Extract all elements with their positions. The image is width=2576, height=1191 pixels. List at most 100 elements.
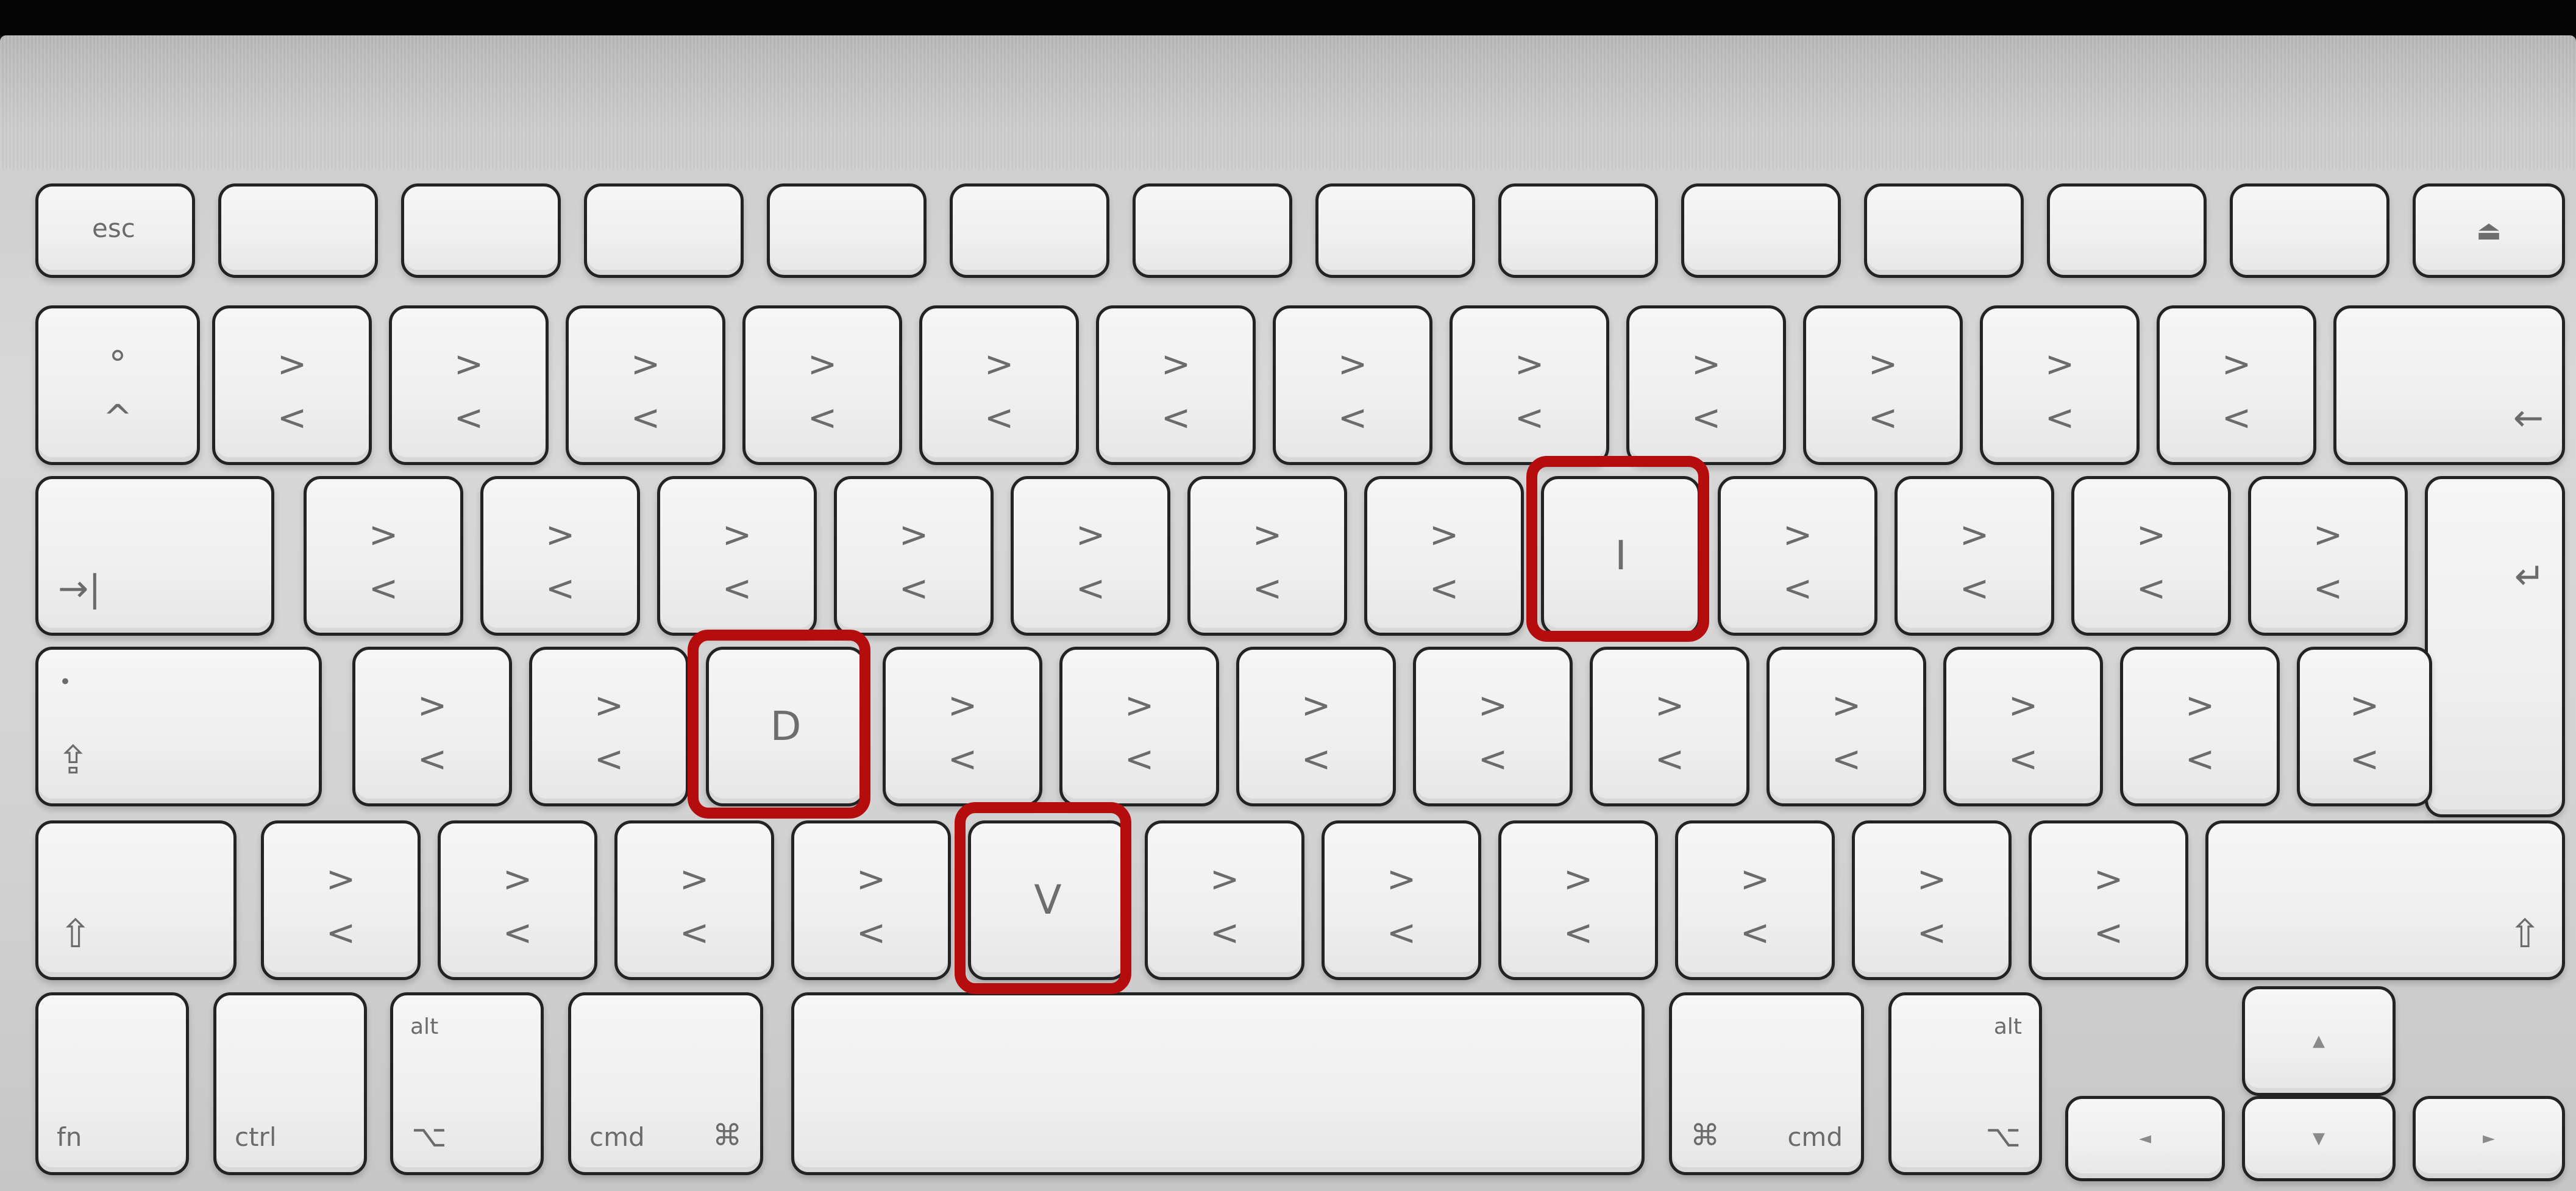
letter-key[interactable]: > <	[1364, 476, 1524, 636]
f11-key[interactable]	[2047, 183, 2207, 278]
letter-d-key[interactable]: D	[706, 647, 866, 806]
letter-key[interactable]: > <	[657, 476, 817, 636]
letter-key[interactable]: > <	[480, 476, 640, 636]
f9-key[interactable]	[1681, 183, 1841, 278]
backspace-key[interactable]: ←	[2333, 305, 2565, 465]
key-upper-symbol: >	[2008, 684, 2038, 726]
key-lower-symbol: <	[630, 397, 661, 438]
right-cmd-key[interactable]: ⌘ cmd	[1669, 992, 1864, 1175]
letter-key[interactable]: > <	[261, 820, 421, 980]
key-upper-symbol: >	[1075, 514, 1106, 555]
letter-i-key[interactable]: I	[1541, 476, 1701, 636]
letter-key[interactable]: > <	[1675, 820, 1835, 980]
letter-key[interactable]: > <	[2297, 647, 2432, 806]
letter-key[interactable]: > <	[1322, 820, 1481, 980]
backspace-icon: ←	[2513, 397, 2544, 439]
key-lower-symbol: <	[368, 567, 399, 609]
letter-key[interactable]: > <	[438, 820, 597, 980]
arrow-right-icon: ►	[2483, 1129, 2495, 1148]
letter-key[interactable]: > <	[304, 476, 463, 636]
enter-key[interactable]: ↵	[2425, 476, 2565, 817]
number-key[interactable]: > <	[1626, 305, 1786, 465]
number-key[interactable]: > <	[1450, 305, 1609, 465]
key-upper-symbol: >	[454, 343, 484, 385]
left-shift-key[interactable]: ⇧	[35, 820, 237, 980]
number-key[interactable]: > <	[1980, 305, 2140, 465]
number-key[interactable]: > <	[212, 305, 372, 465]
letter-key[interactable]: > <	[1413, 647, 1573, 806]
letter-key[interactable]: > <	[1187, 476, 1347, 636]
letter-key[interactable]: > <	[2071, 476, 2231, 636]
degree-key[interactable]: ° ^	[35, 305, 200, 465]
number-key[interactable]: > <	[1096, 305, 1256, 465]
key-upper-symbol: >	[856, 858, 886, 900]
key-upper-symbol: >	[1740, 858, 1770, 900]
key-upper-symbol: >	[1337, 343, 1368, 385]
letter-key[interactable]: > <	[791, 820, 951, 980]
key-lower-symbol: <	[1563, 912, 1593, 953]
letter-key[interactable]: > <	[2248, 476, 2408, 636]
f3-key[interactable]	[584, 183, 744, 278]
letter-key[interactable]: > <	[1852, 820, 2012, 980]
number-key[interactable]: > <	[566, 305, 725, 465]
f12-key[interactable]	[2230, 183, 2389, 278]
letter-key[interactable]: > <	[1145, 820, 1304, 980]
letter-key[interactable]: > <	[1011, 476, 1170, 636]
arrow-up-key[interactable]: ▲	[2242, 986, 2396, 1096]
key-lower-symbol: <	[2349, 738, 2380, 780]
key-upper-symbol: >	[1782, 514, 1813, 555]
key-lower-symbol: <	[807, 397, 838, 438]
key-lower-symbol: <	[1209, 912, 1240, 953]
number-key[interactable]: > <	[1803, 305, 1963, 465]
letter-key[interactable]: > <	[529, 647, 689, 806]
letter-v-key[interactable]: V	[968, 820, 1128, 980]
fn-key[interactable]: fn	[35, 992, 189, 1175]
number-key[interactable]: > <	[742, 305, 902, 465]
eject-key[interactable]: ⏏	[2413, 183, 2565, 278]
f1-key[interactable]	[218, 183, 378, 278]
key-lower-symbol: <	[502, 912, 533, 953]
letter-key[interactable]: > <	[614, 820, 774, 980]
left-option-key[interactable]: alt ⌥	[390, 992, 544, 1175]
key-upper-symbol: >	[807, 343, 838, 385]
f7-key[interactable]	[1315, 183, 1475, 278]
number-key[interactable]: > <	[919, 305, 1079, 465]
letter-key[interactable]: > <	[1590, 647, 1749, 806]
right-option-key[interactable]: alt ⌥	[1888, 992, 2042, 1175]
letter-key[interactable]: > <	[2029, 820, 2188, 980]
arrow-left-key[interactable]: ◄	[2065, 1096, 2225, 1181]
f6-key[interactable]	[1133, 183, 1292, 278]
letter-key[interactable]: > <	[1236, 647, 1396, 806]
f5-key[interactable]	[950, 183, 1109, 278]
number-key[interactable]: > <	[1273, 305, 1432, 465]
esc-key[interactable]: esc	[35, 183, 195, 278]
letter-key[interactable]: > <	[1059, 647, 1219, 806]
key-lower-symbol: <	[1301, 738, 1331, 780]
letter-key[interactable]: > <	[1767, 647, 1926, 806]
letter-key[interactable]: > <	[1498, 820, 1658, 980]
f10-key[interactable]	[1864, 183, 2024, 278]
letter-key[interactable]: > <	[1718, 476, 1877, 636]
key-upper-symbol: >	[1386, 858, 1417, 900]
f8-key[interactable]	[1498, 183, 1658, 278]
right-shift-key[interactable]: ⇧	[2205, 820, 2565, 980]
key-lower-symbol: <	[2313, 567, 2343, 609]
number-key[interactable]: > <	[389, 305, 549, 465]
spacebar-key[interactable]	[791, 992, 1645, 1175]
letter-key[interactable]: > <	[883, 647, 1042, 806]
ctrl-key[interactable]: ctrl	[213, 992, 367, 1175]
letter-key[interactable]: > <	[2120, 647, 2280, 806]
tab-key[interactable]: →|	[35, 476, 274, 636]
arrow-right-key[interactable]: ►	[2413, 1096, 2565, 1181]
key-lower-symbol: <	[326, 912, 356, 953]
letter-key[interactable]: > <	[352, 647, 512, 806]
caps-lock-key[interactable]: • ⇪	[35, 647, 322, 806]
f2-key[interactable]	[401, 183, 561, 278]
letter-key[interactable]: > <	[1895, 476, 2054, 636]
left-cmd-key[interactable]: cmd ⌘	[568, 992, 763, 1175]
letter-key[interactable]: > <	[1943, 647, 2103, 806]
number-key[interactable]: > <	[2157, 305, 2316, 465]
f4-key[interactable]	[767, 183, 927, 278]
arrow-down-key[interactable]: ▼	[2242, 1096, 2396, 1181]
letter-key[interactable]: > <	[834, 476, 994, 636]
